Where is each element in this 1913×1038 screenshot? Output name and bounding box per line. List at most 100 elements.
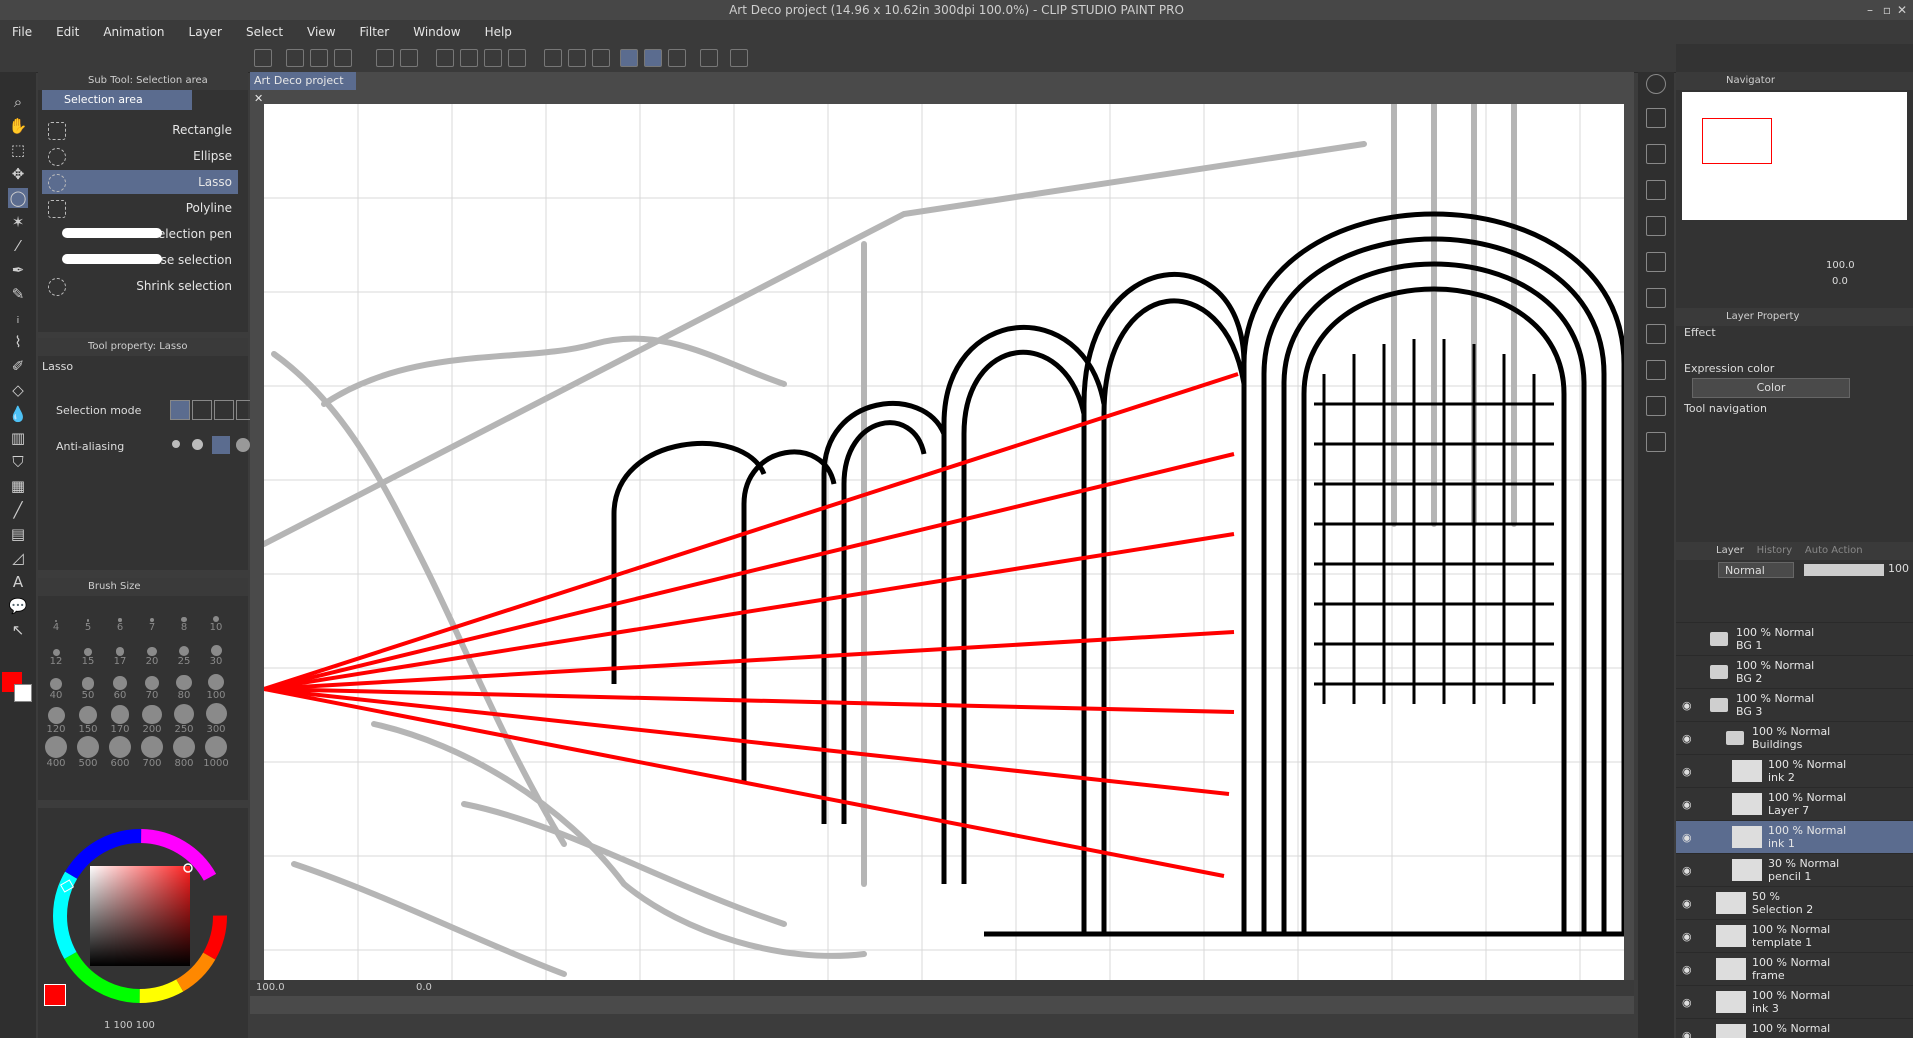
layer-row[interactable]: ◉ 30 % Normal pencil 1 <box>1676 854 1913 887</box>
navigator-view-frame[interactable] <box>1702 118 1772 164</box>
visibility-eye-icon[interactable]: ◉ <box>1682 1029 1694 1038</box>
snap-ruler-icon[interactable] <box>620 49 638 67</box>
close-panel-icon[interactable] <box>1646 180 1666 200</box>
visibility-eye-icon[interactable]: ◉ <box>1682 798 1694 811</box>
undo-icon[interactable] <box>376 49 394 67</box>
angle-value[interactable]: 0.0 <box>416 980 432 996</box>
ruler-icon[interactable]: ◿ <box>8 548 28 568</box>
clip-studio-icon[interactable] <box>254 49 272 67</box>
visibility-eye-icon[interactable]: ◉ <box>1682 831 1694 844</box>
brush-size-option[interactable]: 4 <box>42 600 70 634</box>
save-icon[interactable] <box>334 49 352 67</box>
brush-size-option[interactable]: 170 <box>106 702 134 736</box>
brush-size-option[interactable]: 17 <box>106 634 134 668</box>
move-icon[interactable]: ✥ <box>8 164 28 184</box>
navigator-preview[interactable] <box>1682 92 1907 220</box>
close-tab-icon[interactable]: ✕ <box>254 92 263 105</box>
eyedropper-icon[interactable]: ⁄ <box>8 236 28 256</box>
navigator-angle[interactable]: 0.0 <box>1832 276 1848 287</box>
sub-tool-shrink-selection[interactable]: Shrink selection <box>42 274 238 298</box>
figure-icon[interactable]: ╱ <box>8 500 28 520</box>
sub-tool-polyline[interactable]: Polyline <box>42 196 238 220</box>
brush-size-option[interactable]: 30 <box>202 634 230 668</box>
material-icon-8[interactable] <box>1646 396 1666 416</box>
magic-wand-icon[interactable]: ✶ <box>8 212 28 232</box>
clear-icon[interactable] <box>436 49 454 67</box>
snap-grid-icon[interactable] <box>668 49 686 67</box>
layer-row[interactable]: Big Daddy walter <box>1676 612 1913 623</box>
brush-size-option[interactable]: 800 <box>170 736 198 770</box>
menu-file[interactable]: File <box>0 20 44 44</box>
aa-weak-icon[interactable] <box>192 439 203 450</box>
visibility-eye-icon[interactable]: ◉ <box>1682 765 1694 778</box>
close-icon[interactable]: ✕ <box>1897 0 1907 20</box>
brush-size-option[interactable]: 10 <box>202 600 230 634</box>
layer-row[interactable]: ◉ 100 % Normal frame <box>1676 953 1913 986</box>
layer-row[interactable]: ◉ 100 % Normal <box>1676 1019 1913 1038</box>
layer-row[interactable]: 100 % Normal BG 1 <box>1676 623 1913 656</box>
opacity-slider[interactable] <box>1804 564 1884 576</box>
aa-medium-icon[interactable] <box>212 436 230 454</box>
brush-size-option[interactable]: 60 <box>106 668 134 702</box>
blend-icon[interactable]: 💧 <box>8 404 28 424</box>
pen-icon[interactable]: ✒ <box>8 260 28 280</box>
material-icon-6[interactable] <box>1646 324 1666 344</box>
hand-icon[interactable]: ✋ <box>8 116 28 136</box>
visibility-eye-icon[interactable]: ◉ <box>1682 930 1694 943</box>
eraser-icon[interactable]: ◇ <box>8 380 28 400</box>
material-icon-9[interactable] <box>1646 432 1666 452</box>
visibility-eye-icon[interactable]: ◉ <box>1682 864 1694 877</box>
zoom-icon[interactable]: ⌕ <box>8 92 28 112</box>
menu-layer[interactable]: Layer <box>177 20 234 44</box>
subtract-selection-icon[interactable] <box>214 400 234 420</box>
tab-auto-action[interactable]: Auto Action <box>1805 545 1863 556</box>
sub-tool-group-tab[interactable]: Selection area <box>42 90 192 110</box>
device-icon[interactable] <box>700 49 718 67</box>
sub-tool-rectangle[interactable]: Rectangle <box>42 118 238 142</box>
brush-size-option[interactable]: 5 <box>74 600 102 634</box>
visibility-eye-icon[interactable]: ◉ <box>1682 996 1694 1009</box>
document-tab[interactable]: Art Deco project ✕ <box>250 72 356 105</box>
material-icon-5[interactable] <box>1646 288 1666 308</box>
color-wheel[interactable] <box>48 824 232 1008</box>
sub-tool-selection-pen[interactable]: Selection pen <box>42 222 238 246</box>
minimize-icon[interactable]: – <box>1867 0 1873 20</box>
menu-edit[interactable]: Edit <box>44 20 91 44</box>
tab-layer[interactable]: Layer <box>1716 545 1744 556</box>
brush-size-option[interactable]: 700 <box>138 736 166 770</box>
brush-size-option[interactable]: 50 <box>74 668 102 702</box>
layer-row[interactable]: ◉ 100 % Normal BG 3 <box>1676 689 1913 722</box>
brush-size-option[interactable]: 500 <box>74 736 102 770</box>
text-icon[interactable]: A <box>8 572 28 592</box>
add-selection-icon[interactable] <box>192 400 212 420</box>
brush-size-option[interactable]: 250 <box>170 702 198 736</box>
layer-row[interactable]: ◉ 100 % Normal Layer 7 <box>1676 788 1913 821</box>
brush-size-option[interactable]: 80 <box>170 668 198 702</box>
transform-icon[interactable] <box>508 49 526 67</box>
menu-view[interactable]: View <box>295 20 347 44</box>
layer-row[interactable]: ◉ 100 % Normal ink 1 <box>1676 821 1913 854</box>
lasso-icon[interactable]: ◯ <box>8 188 28 208</box>
brush-size-option[interactable]: 20 <box>138 634 166 668</box>
sub-tool-ellipse[interactable]: Ellipse <box>42 144 238 168</box>
brush-size-option[interactable]: 1000 <box>202 736 230 770</box>
visibility-eye-icon[interactable] <box>1682 666 1694 678</box>
visibility-eye-icon[interactable]: ◉ <box>1682 963 1694 976</box>
menu-select[interactable]: Select <box>234 20 295 44</box>
invert-selection-icon[interactable] <box>568 49 586 67</box>
visibility-eye-icon[interactable] <box>1682 633 1694 645</box>
airbrush-icon[interactable]: ⌇ <box>8 332 28 352</box>
visibility-eye-icon[interactable]: ◉ <box>1682 699 1694 712</box>
aa-strong-icon[interactable] <box>236 438 250 452</box>
new-selection-icon[interactable] <box>170 400 190 420</box>
visibility-eye-icon[interactable]: ◉ <box>1682 732 1694 745</box>
redo-icon[interactable] <box>400 49 418 67</box>
correct-line-icon[interactable]: ↖ <box>8 620 28 640</box>
expression-color-select[interactable]: Color <box>1692 378 1850 398</box>
brush-size-option[interactable]: 150 <box>74 702 102 736</box>
material-icon-2[interactable] <box>1646 144 1666 164</box>
open-file-icon[interactable] <box>310 49 328 67</box>
sub-color-swatch[interactable] <box>14 684 32 702</box>
help-icon[interactable] <box>730 49 748 67</box>
drawing-canvas[interactable] <box>264 104 1624 982</box>
